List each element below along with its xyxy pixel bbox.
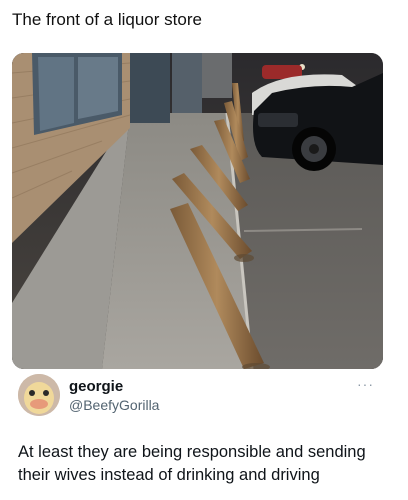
- duck-face-avatar-icon[interactable]: [18, 374, 60, 416]
- ellipsis-icon[interactable]: ···: [357, 376, 374, 392]
- tweet-text: At least they are being responsible and …: [18, 443, 366, 484]
- author-handle[interactable]: @BeefyGorilla: [69, 397, 159, 413]
- author-display-name[interactable]: georgie: [69, 378, 123, 395]
- post-photo[interactable]: [12, 53, 383, 369]
- meme-caption: The front of a liquor store: [12, 10, 202, 29]
- storefront-photo-illustration: [12, 53, 383, 369]
- tweet-author-row: georgie @BeefyGorilla ···: [18, 372, 380, 420]
